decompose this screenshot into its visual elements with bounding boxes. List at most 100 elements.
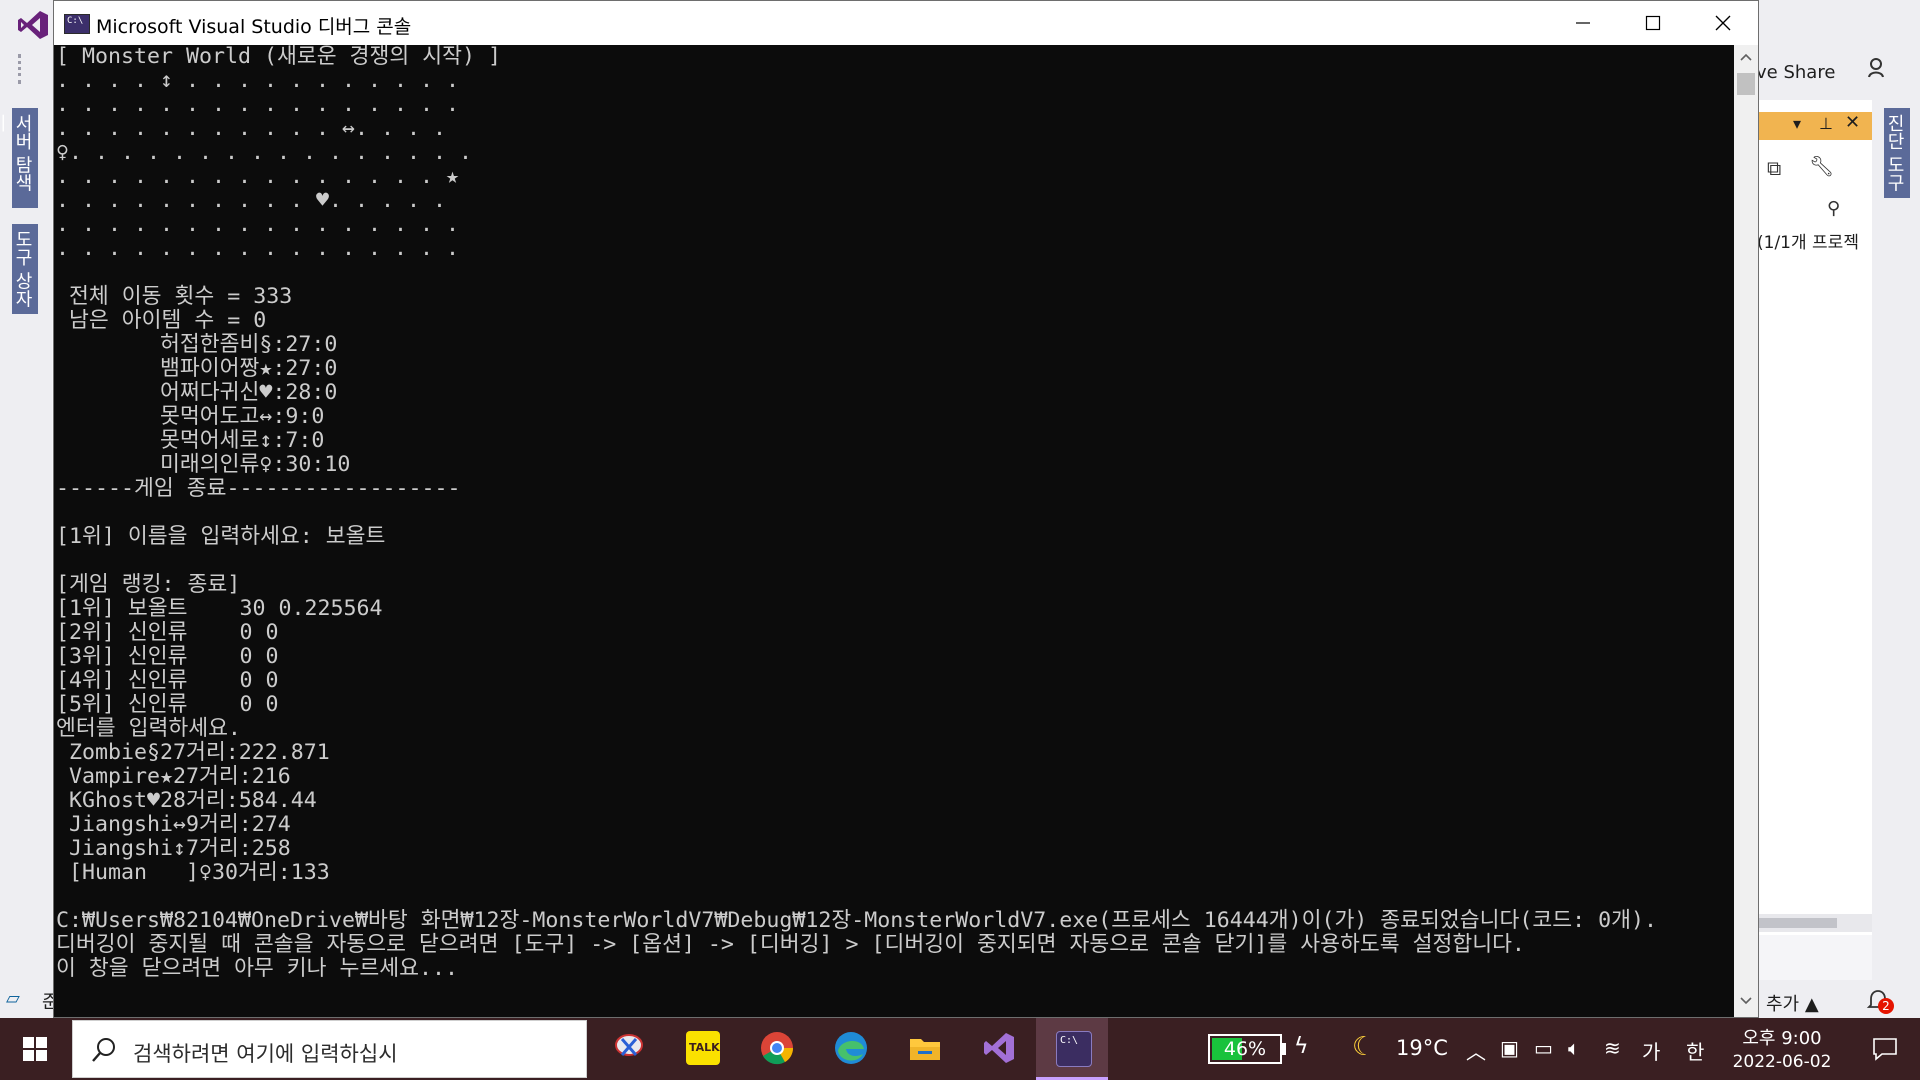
console-line: 엔터를 입력하세요. [56, 716, 241, 741]
battery-percent: 46% [1223, 1038, 1267, 1060]
show-hidden-icons-chevron-icon[interactable]: ︿ [1466, 1036, 1486, 1065]
console-output[interactable]: [ Monster World (새로운 경쟁의 시작) ]. . . . ↕ … [54, 45, 1734, 1017]
scroll-up-icon[interactable] [1739, 51, 1753, 63]
panel-header: ▾ ⊥ ✕ [1757, 112, 1873, 140]
battery-widget[interactable]: 46% [1208, 1034, 1282, 1064]
volume-icon[interactable]: 🔈︎ [1568, 1036, 1580, 1060]
meet-now-icon[interactable]: ▣ [1500, 1036, 1519, 1060]
grip-icon [18, 54, 29, 84]
pin-icon[interactable]: ⊥ [1819, 114, 1833, 133]
console-title: Microsoft Visual Studio 디버그 콘솔 [96, 16, 412, 38]
dropdown-icon[interactable]: ▾ [1793, 114, 1801, 133]
ime-label[interactable]: 가 [1642, 1036, 1660, 1065]
taskbar-visual-studio[interactable] [962, 1018, 1034, 1080]
taskbar-file-explorer[interactable] [888, 1018, 960, 1080]
close-panel-icon[interactable]: ✕ [1845, 112, 1860, 133]
scroll-down-icon[interactable] [1739, 995, 1753, 1007]
diagnostic-tools-tab[interactable]: 진단 도구 [1884, 108, 1910, 198]
console-line: Vampire★27거리:216 [56, 764, 291, 789]
clock-date[interactable]: 2022-06-02 [1730, 1052, 1834, 1072]
taskbar-search-box[interactable]: 검색하려면 여기에 입력하십시 [72, 1020, 587, 1078]
project-label[interactable]: (1/1개 프로젝 [1757, 228, 1873, 256]
console-line: [5위] 신인류 0 0 [56, 692, 279, 717]
weather-temperature[interactable]: 19°C [1396, 1036, 1448, 1060]
console-scrollbar[interactable] [1734, 45, 1758, 1017]
edge-icon [835, 1032, 867, 1064]
console-line: . . . . . . . . . . ♥. . . . . [56, 188, 447, 213]
maximize-button[interactable] [1618, 1, 1688, 45]
console-line: . . . . . . . . . . . ↔. . . . [56, 116, 447, 141]
console-line: 허접한좀비§:27:0 [56, 332, 338, 357]
console-line: [1위] 이름을 입력하세요: 보올트 [56, 524, 386, 549]
add-to-source-control-button[interactable]: 추가 ▲ [1766, 990, 1819, 1016]
console-line: 남은 아이템 수 = 0 [56, 308, 267, 333]
minimize-button[interactable] [1548, 1, 1618, 45]
console-app-icon: C:\ [64, 14, 90, 34]
console-line: Zombie§27거리:222.871 [56, 740, 330, 765]
vs-right-tool-strip: 진단 도구 [1872, 100, 1920, 980]
scissors-icon [612, 1031, 646, 1065]
console-line: 어쩌다귀신♥:28:0 [56, 380, 338, 405]
status-ready-icon: ▱ [6, 988, 20, 1009]
console-line: 못먹어세로↕:7:0 [56, 428, 325, 453]
ime-mode[interactable]: 한 [1686, 1036, 1704, 1065]
scroll-thumb[interactable] [1737, 73, 1755, 95]
windows-taskbar: 검색하려면 여기에 입력하십시 TALK C:\ 46% ϟ ☾ 19°C ︿ … [0, 1018, 1920, 1080]
vs-left-tool-strip: 서버 탐색기 도구 상자 [0, 100, 52, 980]
live-share-button[interactable]: ve Share [1756, 62, 1835, 83]
vs-logo-icon [18, 11, 48, 39]
search-icon [92, 1038, 115, 1062]
console-line: 디버깅이 중지될 때 콘솔을 자동으로 닫으려면 [도구] -> [옵션] ->… [56, 932, 1525, 957]
battery-cap [1282, 1043, 1286, 1055]
panel-scroll-thumb[interactable] [1757, 918, 1837, 928]
console-line: 전체 이동 횟수 = 333 [56, 284, 293, 309]
debug-console-window[interactable]: C:\ Microsoft Visual Studio 디버그 콘솔 [ Mon… [53, 0, 1759, 1018]
console-line: [ Monster World (새로운 경쟁의 시작) ] [56, 45, 501, 69]
charging-icon: ϟ [1294, 1034, 1309, 1059]
console-line: [3위] 신인류 0 0 [56, 644, 279, 669]
taskbar-console[interactable]: C:\ [1036, 1018, 1108, 1080]
speech-bubble-icon [1873, 1038, 1897, 1061]
panel-scrollbar[interactable] [1757, 914, 1873, 932]
console-line: 미래의인류♀:30:10 [56, 452, 351, 477]
minimize-icon [1576, 22, 1590, 24]
wifi-icon[interactable]: ≋ [1604, 1036, 1621, 1060]
console-line: 이 창을 닫으려면 아무 키나 누르세요... [56, 956, 458, 981]
search-placeholder: 검색하려면 여기에 입력하십시 [133, 1042, 398, 1066]
console-line: [Human ]♀30거리:133 [56, 860, 330, 885]
windows-logo-icon [23, 1037, 47, 1061]
close-button[interactable] [1688, 1, 1758, 45]
action-center-button[interactable] [1850, 1018, 1920, 1080]
taskbar-chrome[interactable] [740, 1018, 812, 1080]
server-explorer-tab[interactable]: 서버 탐색기 [0, 108, 38, 208]
search-panel-icon[interactable]: ⚲ [1827, 198, 1840, 219]
battery-tray-icon[interactable]: ▭ [1534, 1036, 1553, 1060]
add-label: 추가 [1766, 994, 1800, 1015]
copy-icon[interactable]: ⧉ [1767, 156, 1781, 180]
console-line: . . . . . . . . . . . . . . . . [56, 212, 460, 237]
clock-time[interactable]: 오후 9:00 [1742, 1024, 1822, 1050]
taskbar-snipping-tool[interactable] [592, 1018, 664, 1080]
console-line: . . . . . . . . . . . . . . . . [56, 92, 460, 117]
console-line: . . . . ↕ . . . . . . . . . . . [56, 68, 460, 93]
console-line: 뱀파이어짱★:27:0 [56, 356, 338, 381]
console-line: Jiangshi↔9거리:274 [56, 812, 291, 837]
console-title-bar[interactable]: C:\ Microsoft Visual Studio 디버그 콘솔 [54, 1, 1758, 45]
console-line: [1위] 보올트 30 0.225564 [56, 596, 383, 621]
chrome-icon [761, 1032, 794, 1065]
feedback-icon[interactable] [1866, 56, 1890, 80]
wrench-icon[interactable]: 🔧︎ [1809, 154, 1834, 178]
maximize-icon [1645, 15, 1661, 31]
moon-weather-icon[interactable]: ☾ [1352, 1032, 1375, 1062]
toolbox-tab[interactable]: 도구 상자 [12, 224, 38, 314]
start-button[interactable] [0, 1018, 70, 1080]
console-line: C:₩Users₩82104₩OneDrive₩바탕 화면₩12장-Monste… [56, 908, 1657, 933]
notification-bell-icon[interactable]: 2 [1866, 988, 1894, 1014]
vs-icon [984, 1033, 1014, 1063]
console-line: . . . . . . . . . . . . . . . . [56, 236, 460, 261]
taskbar-edge[interactable] [814, 1018, 886, 1080]
taskbar-kakaotalk[interactable]: TALK [666, 1018, 738, 1080]
